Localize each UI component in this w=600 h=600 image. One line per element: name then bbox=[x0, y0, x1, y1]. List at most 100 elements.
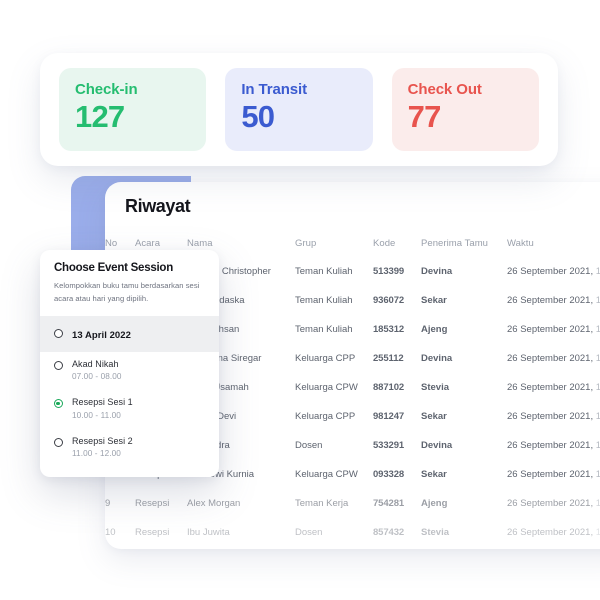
session-option-text: Akad Nikah07.00 - 08.00 bbox=[72, 359, 122, 384]
cell-waktu: 26 September 2021, 15:0 bbox=[507, 373, 600, 402]
table-row[interactable]: 11ResepsiDiana ArniTeman Kuliah334012Sek… bbox=[105, 547, 600, 549]
cell-grup: Keluarga CPP bbox=[295, 402, 373, 431]
waktu-time: 15:0 bbox=[593, 353, 600, 364]
stat-label-in-transit: In Transit bbox=[241, 81, 356, 98]
radio-icon[interactable] bbox=[54, 361, 63, 370]
cell-waktu: 26 September 2021, 15:0 bbox=[507, 344, 600, 373]
cell-grup: Teman Kerja bbox=[295, 489, 373, 518]
table-row[interactable]: 9ResepsiAlex MorganTeman Kerja754281Ajen… bbox=[105, 489, 600, 518]
cell-grup: Dosen bbox=[295, 518, 373, 547]
cell-grup: Keluarga CPW bbox=[295, 373, 373, 402]
table-title: Riwayat bbox=[125, 196, 190, 217]
waktu-time: 15:0 bbox=[593, 266, 600, 277]
radio-icon[interactable] bbox=[54, 438, 63, 447]
cell-penerima: Ajeng bbox=[421, 315, 507, 344]
cell-kode: 981247 bbox=[373, 402, 421, 431]
session-option-time: 11.00 - 12.00 bbox=[72, 448, 133, 460]
column-header-grup: Grup bbox=[295, 232, 373, 257]
waktu-date: 26 September 2021, bbox=[507, 411, 593, 422]
session-option-text: Resepsi Sesi 110.00 - 11.00 bbox=[72, 397, 133, 422]
cell-waktu: 26 September 2021, 15:0 bbox=[507, 431, 600, 460]
cell-waktu: 26 September 2021, 15:0 bbox=[507, 489, 600, 518]
stat-label-check-out: Check Out bbox=[408, 81, 523, 98]
session-option-label: Akad Nikah bbox=[72, 359, 122, 371]
cell-acara: Resepsi bbox=[135, 518, 187, 547]
cell-acara: Resepsi bbox=[135, 547, 187, 549]
stat-card-in-transit[interactable]: In Transit 50 bbox=[225, 68, 372, 151]
stat-card-check-in[interactable]: Check-in 127 bbox=[59, 68, 206, 151]
stat-label-check-in: Check-in bbox=[75, 81, 190, 98]
stat-card-check-out[interactable]: Check Out 77 bbox=[392, 68, 539, 151]
cell-nama: Ibu Juwita bbox=[187, 518, 295, 547]
cell-penerima: Sekar bbox=[421, 286, 507, 315]
session-option-text: Resepsi Sesi 211.00 - 12.00 bbox=[72, 436, 133, 461]
waktu-date: 26 September 2021, bbox=[507, 295, 593, 306]
cell-grup: Keluarga CPW bbox=[295, 460, 373, 489]
popup-header: Choose Event Session Kelompokkan buku ta… bbox=[40, 250, 219, 316]
waktu-time: 15:0 bbox=[593, 324, 600, 335]
waktu-date: 26 September 2021, bbox=[507, 266, 593, 277]
cell-penerima: Devina bbox=[421, 344, 507, 373]
radio-icon-selected[interactable] bbox=[54, 399, 63, 408]
waktu-time: 15:0 bbox=[593, 469, 600, 480]
stat-value-check-out: 77 bbox=[408, 100, 523, 133]
cell-waktu: 26 September 2021, 15:0 bbox=[507, 460, 600, 489]
session-option-date[interactable]: 13 April 2022 bbox=[40, 316, 219, 352]
session-option[interactable]: Akad Nikah07.00 - 08.00 bbox=[40, 352, 219, 391]
cell-no: 9 bbox=[105, 489, 135, 518]
cell-waktu: 26 September 2021, 15:0 bbox=[507, 547, 600, 549]
cell-penerima: Ajeng bbox=[421, 489, 507, 518]
cell-nama: Alex Morgan bbox=[187, 489, 295, 518]
column-header-waktu: Waktu bbox=[507, 232, 600, 257]
cell-kode: 185312 bbox=[373, 315, 421, 344]
waktu-date: 26 September 2021, bbox=[507, 527, 593, 538]
waktu-time: 15:0 bbox=[593, 295, 600, 306]
cell-kode: 754281 bbox=[373, 489, 421, 518]
session-option[interactable]: Resepsi Sesi 211.00 - 12.00 bbox=[40, 429, 219, 468]
cell-penerima: Devina bbox=[421, 431, 507, 460]
cell-waktu: 26 September 2021, 15:0 bbox=[507, 257, 600, 286]
table-row[interactable]: 10ResepsiIbu JuwitaDosen857432Stevia26 S… bbox=[105, 518, 600, 547]
column-header-penerima: Penerima Tamu bbox=[421, 232, 507, 257]
popup-description: Kelompokkan buku tamu berdasarkan sesi a… bbox=[54, 279, 205, 306]
cell-grup: Teman Kuliah bbox=[295, 547, 373, 549]
waktu-date: 26 September 2021, bbox=[507, 382, 593, 393]
waktu-time: 15:0 bbox=[593, 382, 600, 393]
waktu-time: 15:0 bbox=[593, 411, 600, 422]
stats-summary-card: Check-in 127 In Transit 50 Check Out 77 bbox=[40, 53, 558, 166]
cell-no: 10 bbox=[105, 518, 135, 547]
waktu-date: 26 September 2021, bbox=[507, 440, 593, 451]
cell-waktu: 26 September 2021, 15:0 bbox=[507, 286, 600, 315]
stat-value-in-transit: 50 bbox=[241, 100, 356, 133]
session-option-time: 10.00 - 11.00 bbox=[72, 410, 133, 422]
waktu-time: 15:0 bbox=[593, 498, 600, 509]
waktu-time: 15:0 bbox=[593, 440, 600, 451]
cell-grup: Keluarga CPP bbox=[295, 344, 373, 373]
session-date-label: 13 April 2022 bbox=[72, 330, 131, 341]
cell-no: 11 bbox=[105, 547, 135, 549]
waktu-date: 26 September 2021, bbox=[507, 324, 593, 335]
cell-penerima: Stevia bbox=[421, 518, 507, 547]
session-date-text: 13 April 2022 bbox=[72, 325, 131, 343]
session-option-list: Akad Nikah07.00 - 08.00 Resepsi Sesi 110.… bbox=[40, 352, 219, 478]
cell-acara: Resepsi bbox=[135, 489, 187, 518]
cell-grup: Teman Kuliah bbox=[295, 286, 373, 315]
session-option-time: 07.00 - 08.00 bbox=[72, 371, 122, 383]
cell-kode: 093328 bbox=[373, 460, 421, 489]
column-header-kode: Kode bbox=[373, 232, 421, 257]
waktu-date: 26 September 2021, bbox=[507, 498, 593, 509]
waktu-date: 26 September 2021, bbox=[507, 353, 593, 364]
radio-icon-date[interactable] bbox=[54, 329, 63, 338]
cell-penerima: Sekar bbox=[421, 460, 507, 489]
waktu-date: 26 September 2021, bbox=[507, 469, 593, 480]
waktu-time: 15:0 bbox=[593, 527, 600, 538]
session-option-label: Resepsi Sesi 2 bbox=[72, 436, 133, 448]
choose-event-session-popup: Choose Event Session Kelompokkan buku ta… bbox=[40, 250, 219, 477]
popup-title: Choose Event Session bbox=[54, 262, 205, 274]
cell-waktu: 26 September 2021, 15:0 bbox=[507, 315, 600, 344]
session-option[interactable]: Resepsi Sesi 110.00 - 11.00 bbox=[40, 390, 219, 429]
cell-kode: 334012 bbox=[373, 547, 421, 549]
cell-penerima: Sekar bbox=[421, 547, 507, 549]
cell-waktu: 26 September 2021, 15:0 bbox=[507, 518, 600, 547]
screenshot-stage: Check-in 127 In Transit 50 Check Out 77 … bbox=[0, 0, 600, 600]
